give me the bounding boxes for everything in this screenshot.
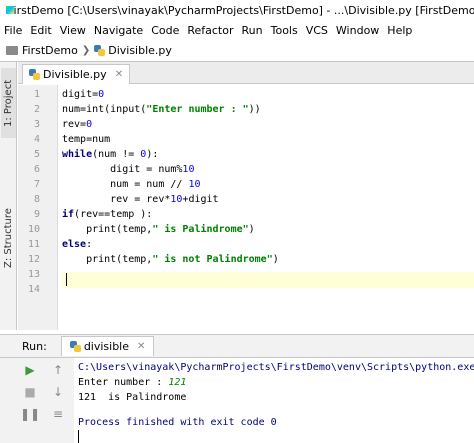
console-result: 121 is Palindrome xyxy=(78,392,187,403)
code-line: print(temp," is not Palindrome") xyxy=(62,254,279,265)
line-number: 7 xyxy=(33,179,40,190)
breadcrumb-project[interactable]: FirstDemo xyxy=(22,44,78,57)
soft-wrap-icon[interactable]: ≡ xyxy=(50,406,66,422)
line-number: 12 xyxy=(27,254,40,265)
menu-window[interactable]: Window xyxy=(336,24,379,37)
python-file-icon xyxy=(69,341,81,352)
line-number: 13 xyxy=(27,269,40,280)
run-tab-label: divisible xyxy=(83,340,130,353)
code-line: num = num // 10 xyxy=(62,179,201,190)
menu-view[interactable]: View xyxy=(60,24,86,37)
line-number: 5 xyxy=(33,149,40,160)
window-title: FirstDemo [C:\Users\vinayak\PycharmProje… xyxy=(8,3,474,17)
editor-tab-strip: Divisible.py ✕ xyxy=(18,62,474,84)
breadcrumb-separator-icon: ❯ xyxy=(81,45,91,56)
line-number: 1 xyxy=(33,89,40,100)
scroll-up-icon[interactable]: ↑ xyxy=(50,362,66,378)
pause-icon[interactable]: ❚❚ xyxy=(20,406,40,422)
menu-navigate[interactable]: Navigate xyxy=(94,24,143,37)
line-number: 11 xyxy=(27,239,40,250)
editor-gutter: 1 2 3 4 5 6 7 8 9 10 11 12 13 14 xyxy=(18,85,69,330)
run-label: Run: xyxy=(22,339,47,353)
code-line: while(num != 0): xyxy=(62,149,159,160)
code-line: digit=0 xyxy=(62,89,105,100)
editor-tab-label: Divisible.py xyxy=(43,68,107,81)
line-number: 3 xyxy=(33,119,40,130)
code-line: print(temp," is Palindrome") xyxy=(62,224,255,235)
code-line: rev=0 xyxy=(62,119,93,130)
console-prompt: Enter number : xyxy=(78,377,169,388)
code-line: num=int(input("Enter number : ")) xyxy=(62,104,261,115)
menu-help[interactable]: Help xyxy=(387,24,412,37)
console-input: 121 xyxy=(168,377,187,388)
menu-code[interactable]: Code xyxy=(151,24,179,37)
line-number: 10 xyxy=(27,224,40,235)
console-path: C:\Users\vinayak\PycharmProjects\FirstDe… xyxy=(78,362,474,373)
tab-structure[interactable]: Z: Structure xyxy=(1,202,16,274)
breadcrumb-file[interactable]: Divisible.py xyxy=(108,44,172,57)
code-editor[interactable]: digit=0 num=int(input("Enter number : ")… xyxy=(62,85,474,330)
editor-tab-divisible[interactable]: Divisible.py ✕ xyxy=(22,64,131,84)
line-number: 14 xyxy=(27,284,40,295)
left-tool-strip: 1: Project Z: Structure xyxy=(0,62,17,330)
console-caret xyxy=(78,430,79,443)
code-line: else: xyxy=(62,239,93,250)
run-tool-header: Run: divisible ✕ xyxy=(0,334,474,358)
scroll-down-icon[interactable]: ↓ xyxy=(50,384,66,400)
line-number: 4 xyxy=(33,134,40,145)
run-console[interactable]: C:\Users\vinayak\PycharmProjects\FirstDe… xyxy=(76,358,474,443)
python-file-icon xyxy=(94,45,106,56)
window-title-bar: FirstDemo [C:\Users\vinayak\PycharmProje… xyxy=(0,0,474,20)
tab-project[interactable]: 1: Project xyxy=(1,68,16,138)
text-caret xyxy=(66,273,67,286)
stop-icon[interactable]: ■ xyxy=(22,384,38,400)
python-file-icon xyxy=(29,69,40,80)
menu-tools[interactable]: Tools xyxy=(271,24,298,37)
console-prompt-line: Enter number : 121 xyxy=(78,375,186,390)
line-number: 9 xyxy=(33,209,40,220)
code-line: if(rev==temp ): xyxy=(62,209,153,220)
menu-refactor[interactable]: Refactor xyxy=(187,24,233,37)
menu-bar: File Edit View Navigate Code Refactor Ru… xyxy=(0,20,474,40)
console-finished: Process finished with exit code 0 xyxy=(78,417,277,428)
menu-run[interactable]: Run xyxy=(242,24,263,37)
menu-edit[interactable]: Edit xyxy=(30,24,51,37)
code-line: temp=num xyxy=(62,134,111,145)
current-line-highlight xyxy=(62,272,474,288)
line-number: 6 xyxy=(33,164,40,175)
rerun-icon[interactable]: ▶ xyxy=(22,362,38,378)
run-toolbar: ▶ ↑ ■ ↓ ❚❚ ≡ xyxy=(0,358,74,443)
code-line: rev = rev*10+digit xyxy=(62,194,219,205)
run-tab-divisible[interactable]: divisible ✕ xyxy=(60,336,155,356)
line-number: 2 xyxy=(33,104,40,115)
folder-icon xyxy=(6,46,18,55)
code-line: digit = num%10 xyxy=(62,164,195,175)
menu-file[interactable]: File xyxy=(4,24,22,37)
close-icon[interactable]: ✕ xyxy=(115,69,123,80)
close-icon[interactable]: ✕ xyxy=(137,341,145,352)
breadcrumb: FirstDemo ❯ Divisible.py xyxy=(0,40,474,62)
line-number: 8 xyxy=(33,194,40,205)
menu-vcs[interactable]: VCS xyxy=(306,24,328,37)
